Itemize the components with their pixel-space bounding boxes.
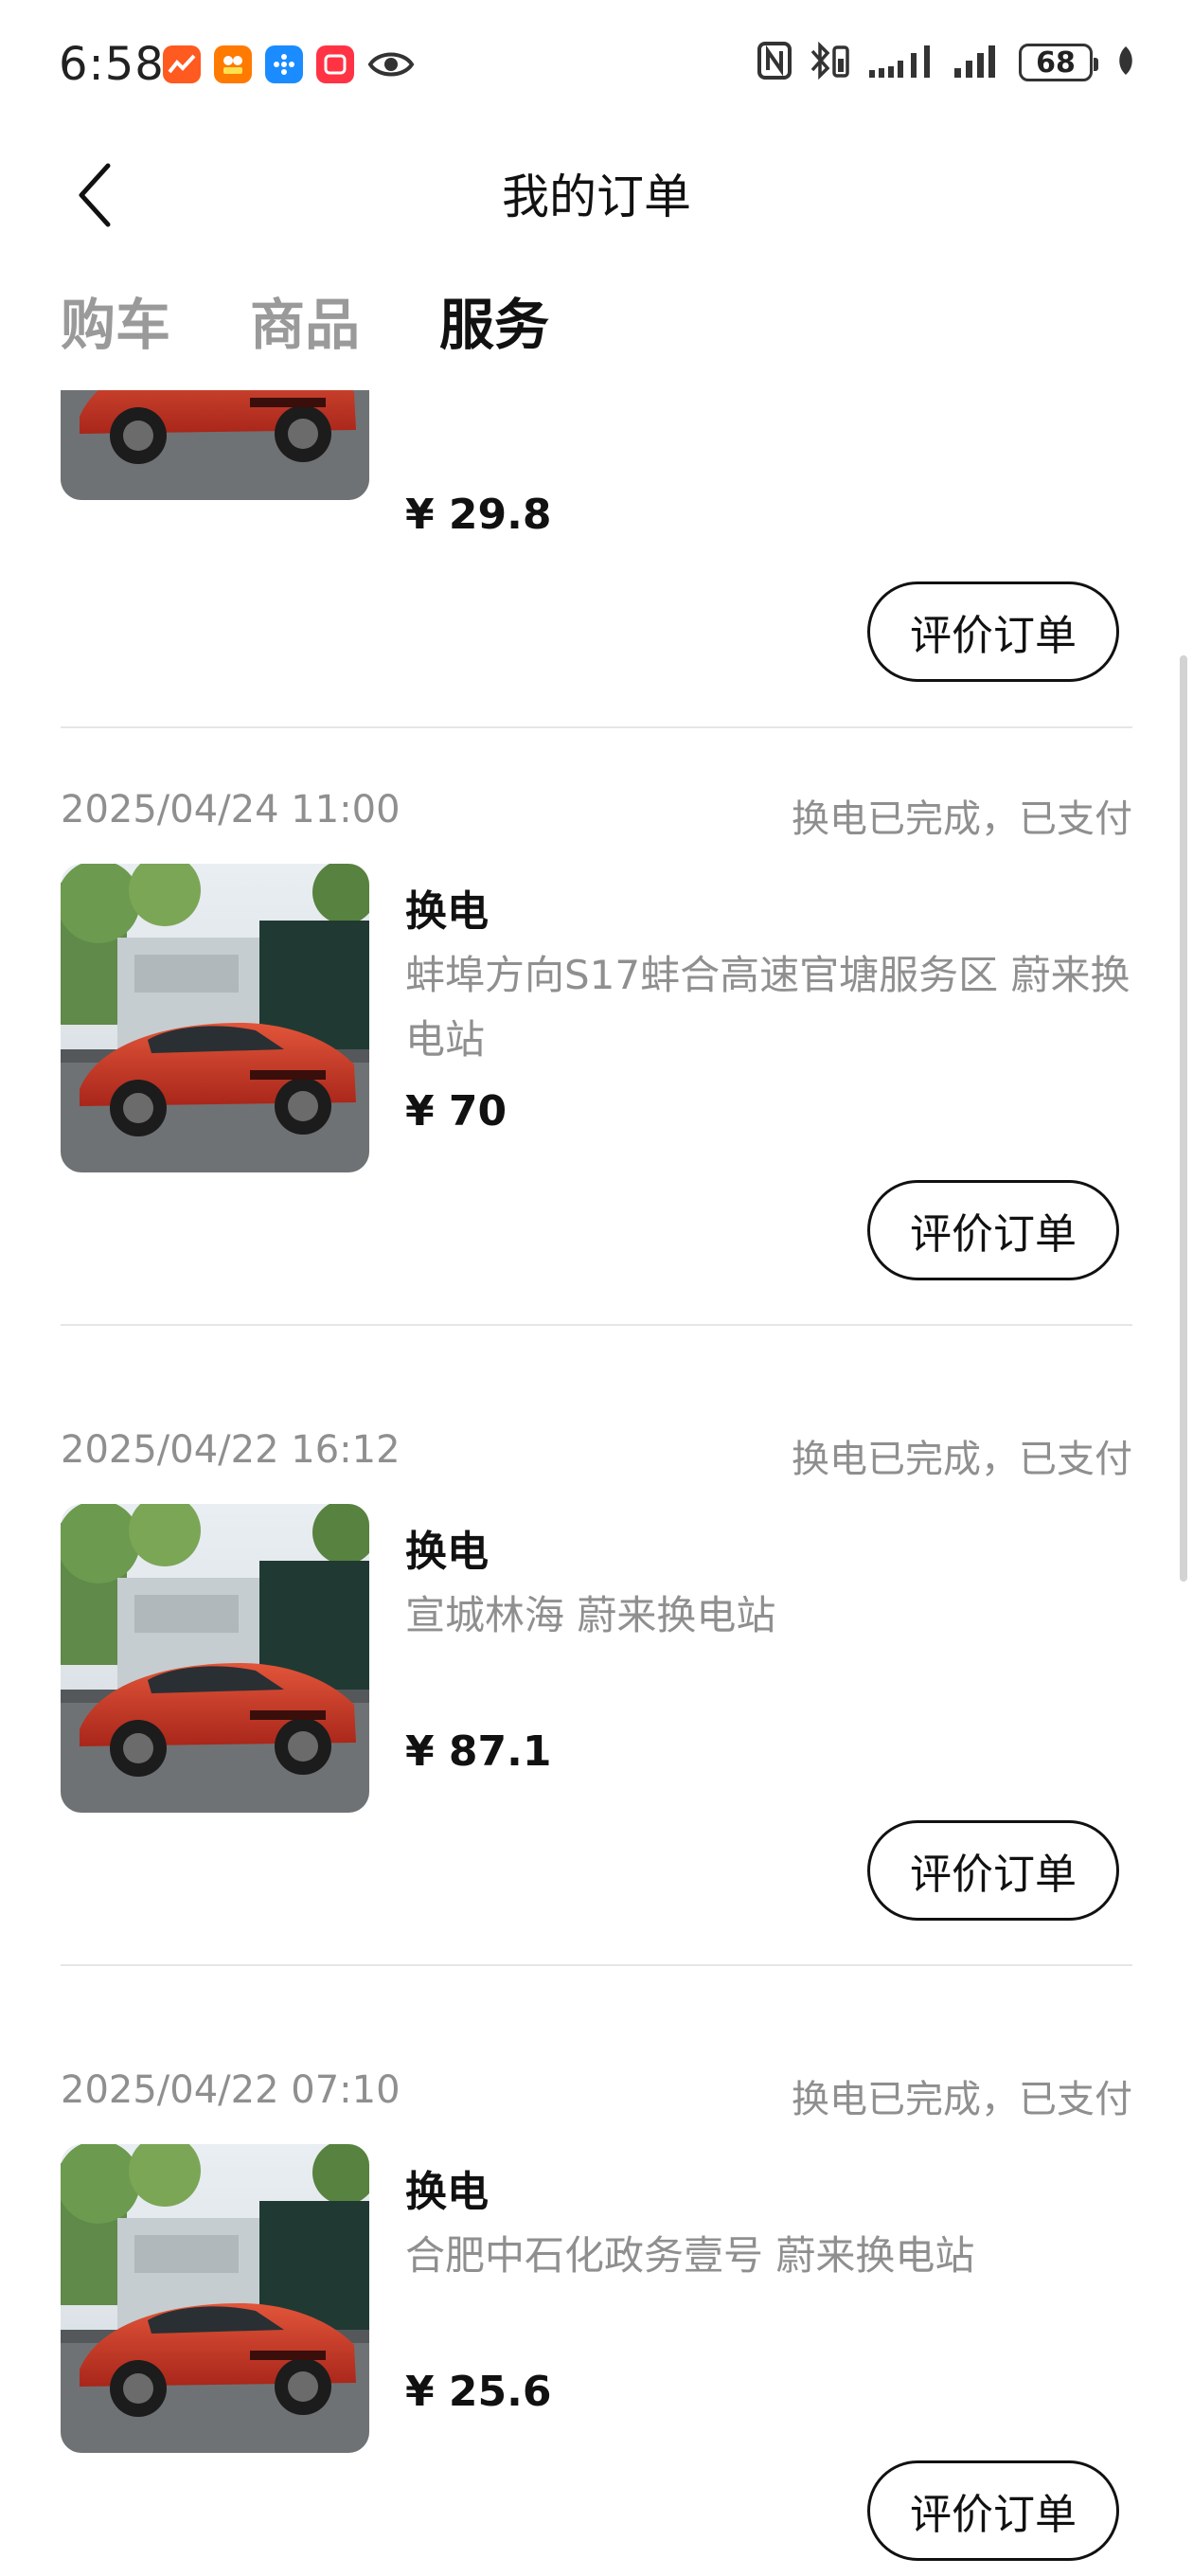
- order-status: 换电已完成，已支付: [792, 1438, 1132, 1481]
- system-status: 68: [757, 41, 1136, 83]
- order-date: 2025/04/22 16:12: [61, 1428, 401, 1472]
- stocks-app-icon: [163, 45, 201, 83]
- order-type-tabs: 购车 商品 服务: [61, 280, 549, 360]
- order-price: ¥ 25.6: [405, 2368, 552, 2416]
- car-thumbnail: [61, 2144, 369, 2453]
- order-status: 换电已完成，已支付: [792, 2078, 1132, 2121]
- page-title: 我的订单: [502, 170, 691, 224]
- divider: [61, 726, 1132, 728]
- status-bar: 6:58 68: [0, 0, 1193, 133]
- car-thumbnail: [61, 1504, 369, 1813]
- car-thumbnail: [61, 390, 369, 500]
- signal-icon-1: [867, 42, 935, 83]
- order-price: ¥ 87.1: [405, 1727, 552, 1776]
- notes-app-icon: [316, 45, 354, 83]
- divider: [61, 1964, 1132, 1966]
- order-price: ¥ 29.8: [405, 491, 552, 539]
- tab-car-purchase[interactable]: 购车: [61, 280, 170, 360]
- order-header: 2025/04/24 11:00 换电已完成，已支付: [61, 788, 1132, 845]
- bluetooth-icon: [809, 41, 850, 83]
- service-name: 换电: [405, 2168, 489, 2216]
- leaf-icon: [1115, 45, 1136, 80]
- order-price: ¥ 70: [405, 1087, 507, 1136]
- signal-icon-2: [953, 42, 1002, 83]
- order-header: 2025/04/22 07:10 换电已完成，已支付: [61, 2068, 1132, 2125]
- shopping-app-icon: [214, 45, 252, 83]
- rate-order-button[interactable]: 评价订单: [867, 1820, 1119, 1921]
- order-status: 换电已完成，已支付: [792, 797, 1132, 841]
- service-name: 换电: [405, 887, 489, 936]
- tab-goods[interactable]: 商品: [250, 280, 360, 360]
- orders-list[interactable]: ¥ 29.8 评价订单 2025/04/24 11:00 换电已完成，已支付 换…: [0, 390, 1193, 2576]
- eye-icon: [367, 45, 415, 83]
- status-time: 6:58: [59, 38, 165, 91]
- service-name: 换电: [405, 1528, 489, 1576]
- order-date: 2025/04/22 07:10: [61, 2068, 401, 2112]
- notification-icons: [163, 45, 415, 83]
- service-location: 宣城林海 蔚来换电站: [405, 1592, 776, 1638]
- order-header: 2025/04/22 16:12 换电已完成，已支付: [61, 1428, 1132, 1485]
- nfc-icon: [757, 42, 792, 83]
- rate-order-button[interactable]: 评价订单: [867, 581, 1119, 682]
- page-header: 我的订单: [0, 133, 1193, 246]
- rate-order-button[interactable]: 评价订单: [867, 1180, 1119, 1280]
- car-thumbnail: [61, 864, 369, 1172]
- tab-service[interactable]: 服务: [439, 280, 549, 360]
- scrollbar[interactable]: [1180, 655, 1187, 1582]
- divider: [61, 1324, 1132, 1326]
- battery-indicator: 68: [1019, 44, 1098, 81]
- link-app-icon: [265, 45, 303, 83]
- service-location: 蚌埠方向S17蚌合高速官塘服务区 蔚来换电站: [405, 952, 1131, 1063]
- order-date: 2025/04/24 11:00: [61, 788, 401, 832]
- rate-order-button[interactable]: 评价订单: [867, 2460, 1119, 2561]
- service-location: 合肥中石化政务壹号 蔚来换电站: [405, 2232, 975, 2279]
